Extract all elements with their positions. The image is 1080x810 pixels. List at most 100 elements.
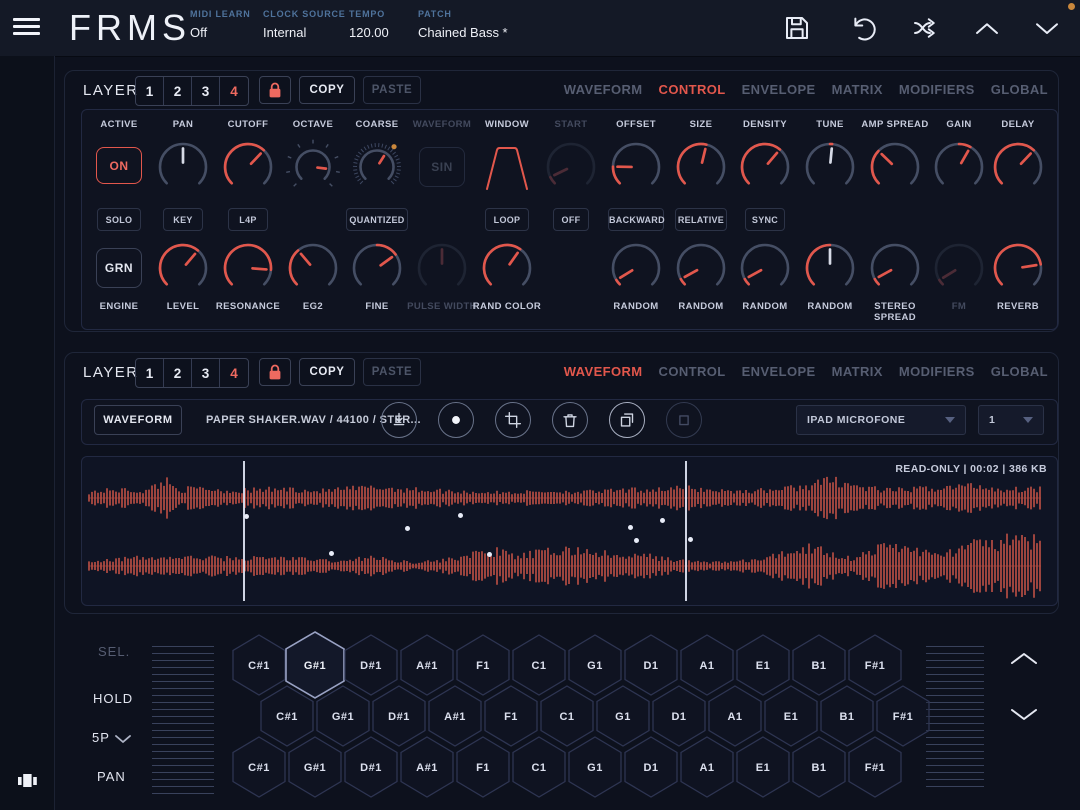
tab-envelope[interactable]: ENVELOPE xyxy=(742,364,816,379)
crop-button[interactable] xyxy=(495,402,531,438)
right-level-ladder[interactable] xyxy=(926,646,984,787)
knob-offset[interactable] xyxy=(608,139,664,195)
tab-global[interactable]: GLOBAL xyxy=(991,82,1048,97)
paste-sample-button[interactable] xyxy=(666,402,702,438)
tab-global[interactable]: GLOBAL xyxy=(991,364,1048,379)
knob-start[interactable] xyxy=(543,139,599,195)
knob-tune[interactable] xyxy=(802,139,858,195)
layer-button-2[interactable]: 2 xyxy=(164,77,192,105)
copy-sample-button[interactable] xyxy=(609,402,645,438)
tab-envelope[interactable]: ENVELOPE xyxy=(742,82,816,97)
knob-fm[interactable] xyxy=(931,240,987,296)
knob-pan[interactable] xyxy=(155,139,211,195)
knob-gain[interactable] xyxy=(931,139,987,195)
note-key-b1-r3[interactable]: B1 xyxy=(791,735,847,799)
layer-button-1[interactable]: 1 xyxy=(136,359,164,387)
note-key-g1-r3[interactable]: G1 xyxy=(567,735,623,799)
lock-button[interactable] xyxy=(259,358,291,386)
midi-learn-field[interactable]: MIDI LEARN Off xyxy=(190,9,251,40)
waveform-toggle[interactable]: SIN xyxy=(419,147,465,187)
layer-button-3[interactable]: 3 xyxy=(192,77,220,105)
note-key-d1-r3[interactable]: D1 xyxy=(623,735,679,799)
knob-delay[interactable] xyxy=(990,139,1046,195)
tab-waveform[interactable]: WAVEFORM xyxy=(564,82,643,97)
backward-button[interactable]: BACKWARD xyxy=(608,208,665,231)
knob-pulse-width[interactable] xyxy=(414,240,470,296)
knob-eg2[interactable] xyxy=(285,240,341,296)
key-button[interactable]: KEY xyxy=(163,208,203,231)
input-source-select[interactable]: IPAD MICROFONE xyxy=(796,405,966,435)
knob-random[interactable] xyxy=(737,240,793,296)
window-shape-control[interactable] xyxy=(477,139,537,193)
copy-button[interactable]: COPY xyxy=(299,358,355,386)
tab-modifiers[interactable]: MODIFIERS xyxy=(899,364,975,379)
note-key-d-1-r3[interactable]: D#1 xyxy=(343,735,399,799)
scale-mode-arrow-icon[interactable] xyxy=(114,734,132,744)
note-key-e1-r3[interactable]: E1 xyxy=(735,735,791,799)
layer-button-2[interactable]: 2 xyxy=(164,359,192,387)
tab-matrix[interactable]: MATRIX xyxy=(832,82,883,97)
octave-up-button[interactable] xyxy=(1008,649,1040,670)
record-button[interactable] xyxy=(438,402,474,438)
channel-select[interactable]: 1 xyxy=(978,405,1044,435)
tab-waveform[interactable]: WAVEFORM xyxy=(564,364,643,379)
paste-button[interactable]: PASTE xyxy=(363,358,421,386)
copy-button[interactable]: COPY xyxy=(299,76,355,104)
quantized-button[interactable]: QUANTIZED xyxy=(346,208,408,231)
knob-random[interactable] xyxy=(673,240,729,296)
menu-button[interactable] xyxy=(13,18,40,39)
lock-button[interactable] xyxy=(259,76,291,104)
knob-octave[interactable] xyxy=(285,139,341,195)
engine-toggle[interactable]: GRN xyxy=(96,248,142,288)
tab-matrix[interactable]: MATRIX xyxy=(832,364,883,379)
note-key-a1-r3[interactable]: A1 xyxy=(679,735,735,799)
l4p-button[interactable]: L4P xyxy=(228,208,268,231)
knob-random[interactable] xyxy=(608,240,664,296)
octave-down-button[interactable] xyxy=(1008,705,1040,726)
note-key-c-1-r3[interactable]: C#1 xyxy=(231,735,287,799)
knob-level[interactable] xyxy=(155,240,211,296)
paste-button[interactable]: PASTE xyxy=(363,76,421,104)
tab-control[interactable]: CONTROL xyxy=(659,82,726,97)
keyboard-toggle-icon[interactable] xyxy=(17,772,38,789)
knob-rand-color[interactable] xyxy=(479,240,535,296)
tab-modifiers[interactable]: MODIFIERS xyxy=(899,82,975,97)
scale-mode-select[interactable]: 5P xyxy=(92,730,110,745)
layer-button-4[interactable]: 4 xyxy=(220,359,248,387)
waveform-display[interactable]: READ-ONLY | 00:02 | 386 KB xyxy=(81,456,1058,606)
clock-source-field[interactable]: CLOCK SOURCE Internal xyxy=(263,9,346,40)
hold-toggle[interactable]: HOLD xyxy=(93,691,133,706)
knob-size[interactable] xyxy=(673,139,729,195)
note-key-f-1-r3[interactable]: F#1 xyxy=(847,735,903,799)
loop-button[interactable]: LOOP xyxy=(485,208,529,231)
note-key-a-1-r3[interactable]: A#1 xyxy=(399,735,455,799)
nav-down-button[interactable] xyxy=(1032,13,1062,43)
layer-button-3[interactable]: 3 xyxy=(192,359,220,387)
sync-button[interactable]: SYNC xyxy=(745,208,785,231)
nav-up-button[interactable] xyxy=(972,13,1002,43)
left-level-ladder[interactable] xyxy=(152,646,214,796)
knob-fine[interactable] xyxy=(349,240,405,296)
off-button[interactable]: OFF xyxy=(553,208,589,231)
note-key-f1-r3[interactable]: F1 xyxy=(455,735,511,799)
tab-control[interactable]: CONTROL xyxy=(659,364,726,379)
knob-cutoff[interactable] xyxy=(220,139,276,195)
knob-amp-spread[interactable] xyxy=(867,139,923,195)
save-button[interactable] xyxy=(782,13,812,43)
layer-button-4[interactable]: 4 xyxy=(220,77,248,105)
layer-button-1[interactable]: 1 xyxy=(136,77,164,105)
patch-field[interactable]: PATCH Chained Bass * xyxy=(418,9,508,40)
active-toggle[interactable]: ON xyxy=(96,147,142,184)
randomize-button[interactable] xyxy=(910,13,940,43)
solo-button[interactable]: SOLO xyxy=(97,208,141,231)
note-key-g-1-r3[interactable]: G#1 xyxy=(287,735,343,799)
tempo-field[interactable]: TEMPO 120.00 xyxy=(349,9,389,40)
relative-button[interactable]: RELATIVE xyxy=(675,208,727,231)
waveform-mode-button[interactable]: WAVEFORM xyxy=(94,405,182,435)
import-button[interactable] xyxy=(381,402,417,438)
knob-reverb[interactable] xyxy=(990,240,1046,296)
note-key-c1-r3[interactable]: C1 xyxy=(511,735,567,799)
knob-coarse[interactable] xyxy=(349,139,405,195)
knob-stereo-spread[interactable] xyxy=(867,240,923,296)
delete-button[interactable] xyxy=(552,402,588,438)
